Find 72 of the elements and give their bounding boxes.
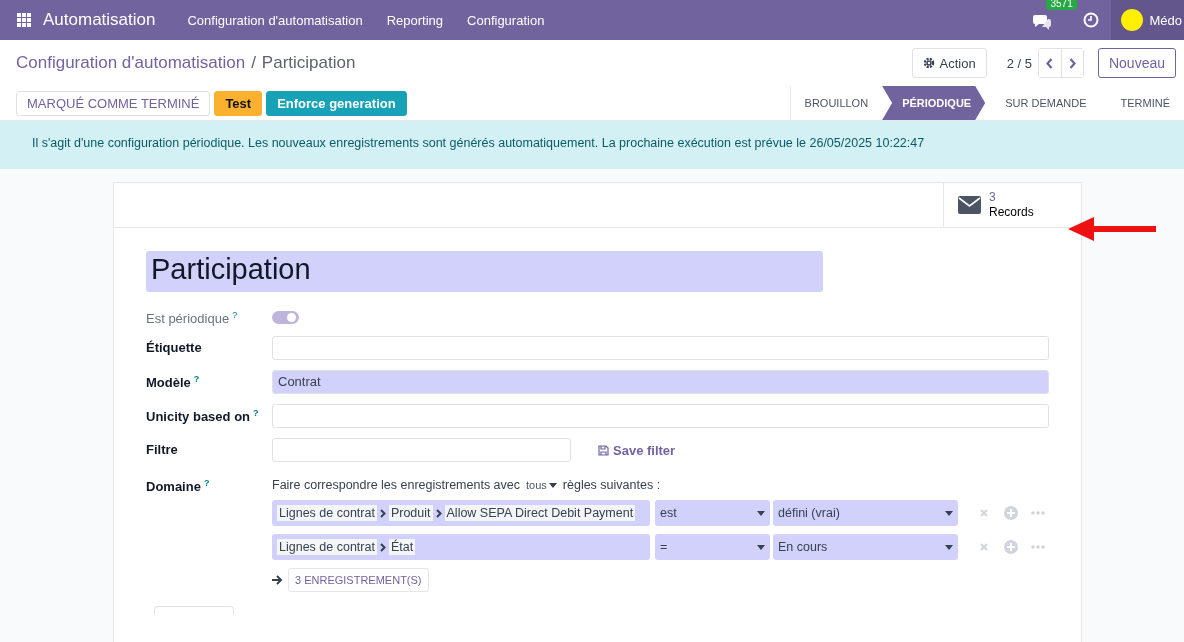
pager-value: 2 / 5: [1006, 55, 1032, 71]
partial-button[interactable]: [154, 606, 234, 615]
envelope-icon: [958, 196, 981, 214]
header-button[interactable]: MARQUÉ COMME TERMINÉ: [16, 90, 211, 116]
add-icon[interactable]: [1004, 506, 1018, 521]
user-name[interactable]: Médo: [1149, 12, 1182, 28]
input-field[interactable]: [272, 336, 1049, 361]
path-segment: Lignes de contrat: [277, 539, 377, 556]
app-name[interactable]: Automatisation: [43, 10, 156, 30]
input-field[interactable]: [272, 404, 1049, 429]
path-segment: Lignes de contrat: [277, 505, 377, 522]
domain-intro: Faire correspondre les enregistrements avec: [272, 478, 521, 493]
caret-icon: [945, 510, 953, 516]
caret-icon: [757, 544, 765, 550]
breadcrumb-separator: /: [251, 53, 256, 73]
add-icon[interactable]: [1004, 540, 1018, 555]
field-label: Domaine $^{?}$: [146, 477, 211, 495]
toggle-switch[interactable]: [272, 311, 299, 324]
records-button[interactable]: 3 ENREGISTREMENT(S): [288, 568, 429, 593]
status-stage[interactable]: BROUILLON: [790, 86, 883, 120]
value-select[interactable]: défini (vrai): [773, 500, 958, 527]
match-dropdown[interactable]: tous: [526, 479, 557, 492]
path-segment: Allow SEPA Direct Debit Payment: [444, 505, 636, 522]
field-label: Est périodique $^{?}$: [146, 309, 239, 327]
save-filter-link[interactable]: Save filter: [598, 443, 676, 459]
operator-select[interactable]: =: [655, 534, 770, 561]
app-grid-icon[interactable]: [17, 13, 31, 27]
chevron-right-icon: [379, 508, 386, 518]
more-icon[interactable]: [1031, 545, 1045, 550]
caret-icon: [548, 482, 557, 488]
user-avatar[interactable]: [1121, 9, 1144, 31]
caret-icon: [945, 544, 953, 550]
operator-select[interactable]: est: [655, 500, 770, 527]
input-field[interactable]: [272, 438, 571, 463]
chevron-right-icon: [435, 508, 442, 518]
path-field[interactable]: Lignes de contrat État: [272, 534, 650, 561]
caret-icon: [757, 510, 765, 516]
chevron-right-icon: [1068, 57, 1076, 69]
status-stage[interactable]: SUR DEMANDE: [985, 86, 1101, 120]
value-select[interactable]: En cours: [773, 534, 958, 561]
page-title: Participation: [261, 53, 356, 73]
gear-icon: [922, 57, 935, 69]
field-label: Modèle $^{?}$: [146, 373, 201, 391]
field-label: Étiquette: [146, 339, 203, 356]
breadcrumb-link[interactable]: Configuration d'automatisation: [16, 53, 246, 73]
status-stage[interactable]: PÉRIODIQUE: [882, 86, 986, 120]
clock-icon[interactable]: [1083, 12, 1100, 28]
action-button[interactable]: Action: [911, 48, 987, 78]
menu-item[interactable]: Reporting: [374, 12, 456, 28]
message-count-badge: 3571: [1046, 0, 1077, 10]
menu-item[interactable]: Configuration: [455, 12, 557, 28]
close-icon[interactable]: [980, 509, 988, 518]
arrow-right-icon: [272, 575, 283, 586]
chat-icon[interactable]: [1033, 14, 1052, 30]
more-icon[interactable]: [1031, 511, 1045, 516]
header-button[interactable]: Test: [214, 90, 263, 116]
path-segment: Produit: [388, 505, 433, 522]
chevron-left-icon: [1046, 57, 1054, 69]
chevron-right-icon: [379, 542, 386, 552]
status-stage[interactable]: TERMINÉ: [1100, 86, 1184, 120]
new-button[interactable]: Nouveau: [1097, 48, 1176, 78]
field-label: Filtre: [146, 441, 179, 458]
domain-intro: règles suivantes :: [562, 478, 661, 493]
title-field[interactable]: Participation: [146, 251, 823, 292]
info-alert: Il s'agit d'une configuration périodique. Les nouveaux enregistrements sont générés automatiquement. La prochaine exécution est prévue le 26/05/2025 10:22:47: [0, 121, 1184, 169]
input-field[interactable]: Contrat: [272, 370, 1049, 395]
path-field[interactable]: Lignes de contrat Produit Allow SEPA Direct Debit Payment: [272, 500, 650, 527]
field-label: Unicity based on $^{?}$: [146, 407, 260, 425]
close-icon[interactable]: [980, 543, 988, 552]
path-segment: État: [388, 539, 416, 556]
menu-item[interactable]: Configuration d'automatisation: [175, 12, 375, 28]
next-button[interactable]: [1060, 49, 1083, 77]
